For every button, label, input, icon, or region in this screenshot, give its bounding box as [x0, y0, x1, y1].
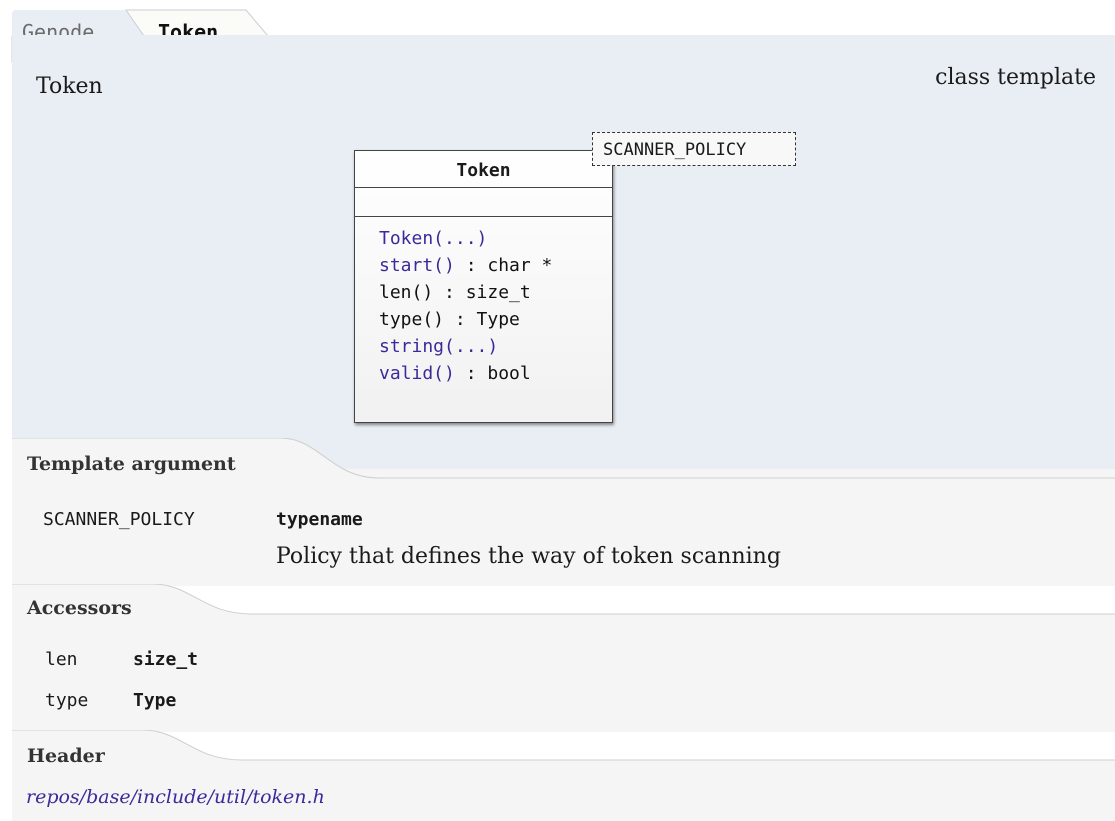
uml-operation-name: len() — [379, 282, 434, 303]
accessor-type: Type — [133, 690, 177, 711]
header-label: Header — [27, 745, 105, 767]
uml-operation-name[interactable]: valid() — [379, 363, 455, 384]
uml-operation[interactable]: valid() : bool — [379, 360, 612, 387]
accessor-name: type — [45, 690, 89, 711]
uml-operation-name: type() — [379, 309, 445, 330]
template-argument-label: Template argument — [27, 453, 236, 475]
template-argument-type: typename — [276, 509, 363, 530]
template-argument-description: Policy that defines the way of token sca… — [276, 544, 781, 569]
accessor-type: size_t — [133, 649, 199, 670]
header-file-link[interactable]: repos/base/include/util/token.h — [26, 786, 325, 808]
uml-operation: type() : Type — [379, 306, 612, 333]
uml-operation-name[interactable]: Token(...) — [379, 228, 487, 249]
uml-operation[interactable]: string(...) — [379, 333, 612, 360]
uml-attributes — [355, 188, 612, 217]
accessors-label: Accessors — [27, 597, 132, 619]
uml-class-title: Token — [355, 151, 612, 188]
accessors-tab — [12, 584, 1115, 634]
uml-operation-name[interactable]: string(...) — [379, 336, 498, 357]
uml-operation-name[interactable]: start() — [379, 255, 455, 276]
uml-template-parameter: SCANNER_POLICY — [592, 132, 796, 166]
uml-operations: Token(...) start() : char * len() : size_t… — [355, 217, 612, 387]
uml-operation-type: : Type — [444, 309, 520, 330]
accessor-name: len — [45, 649, 78, 670]
class-kind: class template — [935, 65, 1096, 90]
uml-operation: len() : size_t — [379, 279, 612, 306]
uml-operation-type: : size_t — [433, 282, 531, 303]
uml-operation[interactable]: start() : char * — [379, 252, 612, 279]
class-name: Token — [36, 74, 103, 99]
uml-operation-type: : bool — [454, 363, 531, 384]
header-tab — [12, 730, 1115, 780]
uml-operation[interactable]: Token(...) — [379, 225, 612, 252]
uml-operation-type: : char * — [454, 255, 553, 276]
template-argument-name: SCANNER_POLICY — [43, 509, 195, 530]
uml-class-box: Token Token(...) start() : char * len() : … — [354, 150, 613, 423]
